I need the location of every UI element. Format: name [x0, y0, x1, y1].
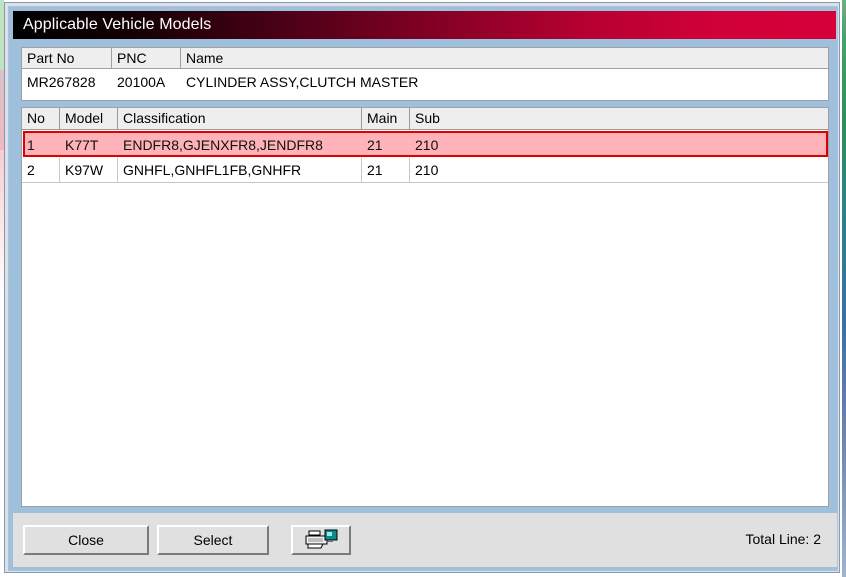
print-button[interactable]: [291, 525, 351, 555]
grid-header-sub[interactable]: Sub: [410, 108, 828, 129]
part-info-value-name: CYLINDER ASSY,CLUTCH MASTER: [186, 74, 419, 90]
part-info-value-pnc: 20100A: [117, 74, 166, 90]
cell-model: K77T: [65, 137, 99, 153]
part-info-header-name: Name: [181, 48, 828, 68]
cell-no: 1: [27, 137, 35, 153]
background-window-right-edge: [842, 0, 846, 577]
cell-main: 21: [362, 158, 410, 182]
applicable-vehicle-models-dialog: Applicable Vehicle Models Part No PNC Na…: [4, 2, 840, 573]
grid-header-no[interactable]: No: [22, 108, 60, 129]
part-info-header-part-no: Part No: [22, 48, 112, 68]
part-info-header-row: Part No PNC Name: [22, 48, 828, 69]
desktop-background: Applicable Vehicle Models Part No PNC Na…: [0, 0, 846, 577]
page-title: Applicable Vehicle Models: [23, 16, 212, 33]
cell-sub: 210: [415, 137, 439, 153]
grid-row-separator: [22, 182, 828, 183]
grid-header-model[interactable]: Model: [60, 108, 118, 129]
close-button[interactable]: Close: [23, 525, 149, 555]
dialog-title-bar: Applicable Vehicle Models: [13, 11, 837, 39]
table-row[interactable]: 2 K97W GNHFL,GNHFL1FB,GNHFR 21 210: [22, 158, 828, 182]
dialog-footer: Close Select Total Line: 2: [13, 513, 837, 567]
cell-no: 2: [22, 158, 60, 182]
cell-sub: 210: [415, 162, 439, 178]
grid-header-row: No Model Classification Main Sub: [22, 108, 828, 130]
printer-icon: [304, 529, 338, 551]
cell-classification: GNHFL,GNHFL1FB,GNHFR: [118, 158, 362, 182]
table-row[interactable]: 1 K77T ENDFR8,GJENXFR8,JENDFR8 21 210: [22, 133, 828, 157]
part-info-value-part-no: MR267828: [27, 74, 96, 90]
part-info-header-pnc: PNC: [112, 48, 181, 68]
grid-header-main[interactable]: Main: [362, 108, 410, 129]
cell-classification: ENDFR8,GJENXFR8,JENDFR8: [123, 137, 323, 153]
select-button[interactable]: Select: [157, 525, 269, 555]
cell-model: K97W: [60, 158, 118, 182]
grid-header-classification[interactable]: Classification: [118, 108, 362, 129]
part-info-panel: Part No PNC Name MR267828 20100A CYLINDE…: [21, 47, 829, 101]
total-line-status: Total Line: 2: [745, 531, 822, 547]
part-info-value-row: MR267828 20100A CYLINDER ASSY,CLUTCH MAS…: [22, 69, 828, 100]
vehicle-models-grid[interactable]: No Model Classification Main Sub 1 K77T …: [21, 107, 829, 507]
cell-main: 21: [367, 137, 383, 153]
